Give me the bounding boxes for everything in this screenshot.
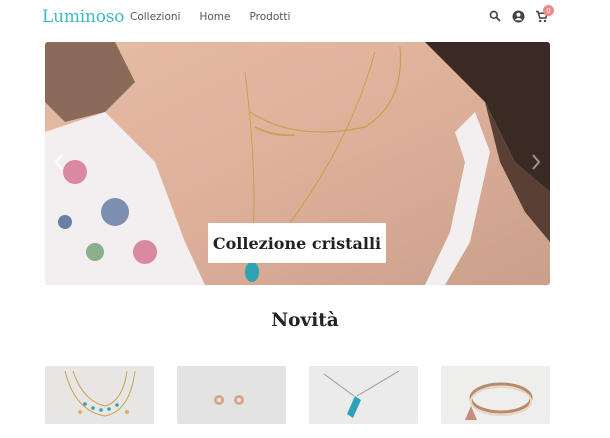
product-image bbox=[309, 366, 418, 424]
chevron-right-icon[interactable] bbox=[528, 152, 544, 172]
product-image bbox=[441, 366, 550, 424]
product-card-earrings[interactable] bbox=[177, 366, 286, 424]
product-grid bbox=[45, 366, 550, 424]
hero-caption[interactable]: Collezione cristalli bbox=[208, 223, 386, 263]
chevron-left-icon[interactable] bbox=[51, 152, 67, 172]
product-image bbox=[45, 366, 154, 424]
nav-item-home[interactable]: Home bbox=[199, 11, 230, 23]
product-card-necklace[interactable] bbox=[45, 366, 154, 424]
section-title: Novità bbox=[271, 310, 339, 331]
nav-item-collezioni[interactable]: Collezioni bbox=[130, 11, 180, 23]
site-logo[interactable]: Luminoso bbox=[42, 7, 125, 27]
account-icon[interactable] bbox=[511, 9, 525, 23]
product-image bbox=[177, 366, 286, 424]
cart-icon[interactable]: 0 bbox=[534, 5, 554, 23]
search-icon[interactable] bbox=[488, 9, 502, 23]
nav-item-prodotti[interactable]: Prodotti bbox=[250, 11, 291, 23]
site-header: Luminoso Collezioni Home Prodotti 0 bbox=[0, 0, 610, 36]
main-nav: Collezioni Home Prodotti bbox=[130, 11, 309, 23]
cart-count-badge: 0 bbox=[543, 5, 554, 16]
product-card-crystal[interactable] bbox=[309, 366, 418, 424]
product-card-bracelet[interactable] bbox=[441, 366, 550, 424]
header-icons: 0 bbox=[488, 5, 554, 23]
